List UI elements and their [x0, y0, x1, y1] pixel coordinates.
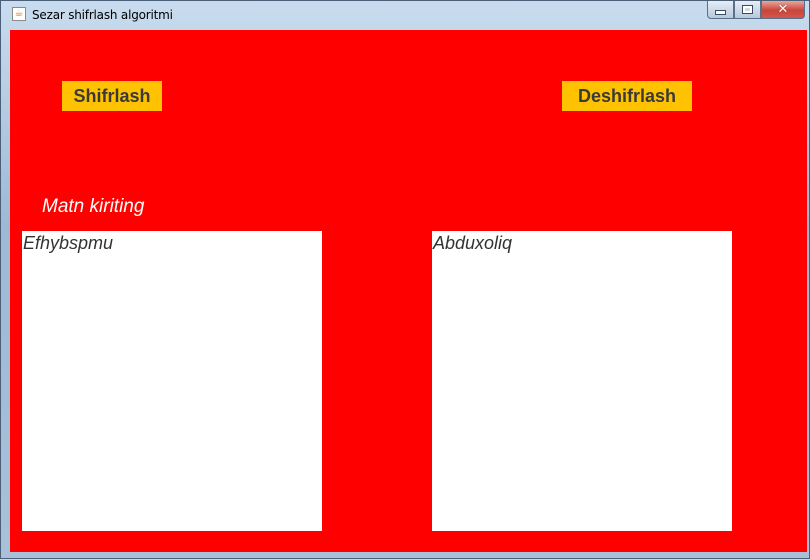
maximize-button[interactable]: [734, 1, 761, 19]
maximize-icon: [742, 5, 753, 14]
minimize-icon: [715, 10, 726, 15]
title-bar[interactable]: ☕ Sezar shifrlash algoritmi ✕: [1, 1, 809, 29]
java-icon: ☕: [12, 7, 26, 21]
input-label: Matn kiriting: [42, 196, 145, 217]
window-title: Sezar shifrlash algoritmi: [32, 8, 173, 22]
ciphertext-area[interactable]: Abduxoliq: [432, 231, 732, 531]
close-button[interactable]: ✕: [761, 1, 805, 19]
app-window: ☕ Sezar shifrlash algoritmi ✕ Shifrlash …: [0, 0, 810, 559]
minimize-button[interactable]: [707, 1, 734, 19]
decrypt-button[interactable]: Deshifrlash: [562, 81, 692, 111]
plaintext-area[interactable]: Efhybspmu: [22, 231, 322, 531]
main-panel: Shifrlash Deshifrlash Matn kiriting Efhy…: [10, 30, 807, 552]
close-icon: ✕: [777, 2, 789, 17]
encrypt-button[interactable]: Shifrlash: [62, 81, 162, 111]
window-controls: ✕: [707, 1, 805, 21]
